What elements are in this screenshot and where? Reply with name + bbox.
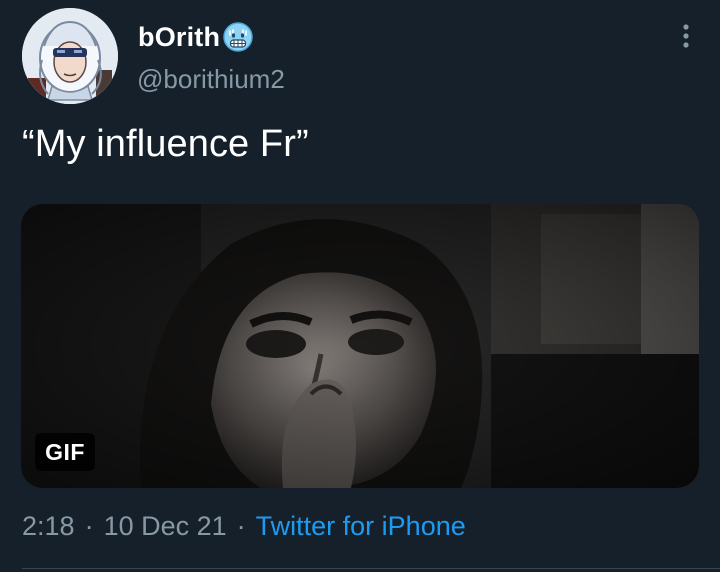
- tweet-time[interactable]: 2:18: [22, 511, 75, 542]
- avatar[interactable]: [22, 8, 118, 104]
- display-name[interactable]: bOrith: [138, 22, 220, 53]
- tweet-date[interactable]: 10 Dec 21: [104, 511, 227, 542]
- tweet-text: “My influence Fr”: [22, 123, 309, 165]
- handle[interactable]: @borithium2: [137, 64, 285, 95]
- gif-badge: GIF: [35, 433, 95, 471]
- separator-dot: ·: [84, 511, 94, 541]
- tweet-source-link[interactable]: Twitter for iPhone: [256, 511, 466, 542]
- gif-frame: [21, 204, 699, 488]
- cold-face-emoji-icon: [222, 21, 254, 53]
- tweet-metadata: 2:18 · 10 Dec 21 · Twitter for iPhone: [22, 511, 466, 542]
- more-button[interactable]: [666, 18, 706, 58]
- separator-dot: ·: [236, 511, 246, 541]
- tweet: bOrith @borithium2 “My influence Fr” GIF…: [0, 0, 720, 572]
- more-vertical-icon: [681, 23, 691, 54]
- gif-media[interactable]: [21, 204, 699, 488]
- avatar-illustration: [22, 8, 118, 104]
- divider: [22, 568, 720, 569]
- display-name-row[interactable]: bOrith: [138, 19, 254, 55]
